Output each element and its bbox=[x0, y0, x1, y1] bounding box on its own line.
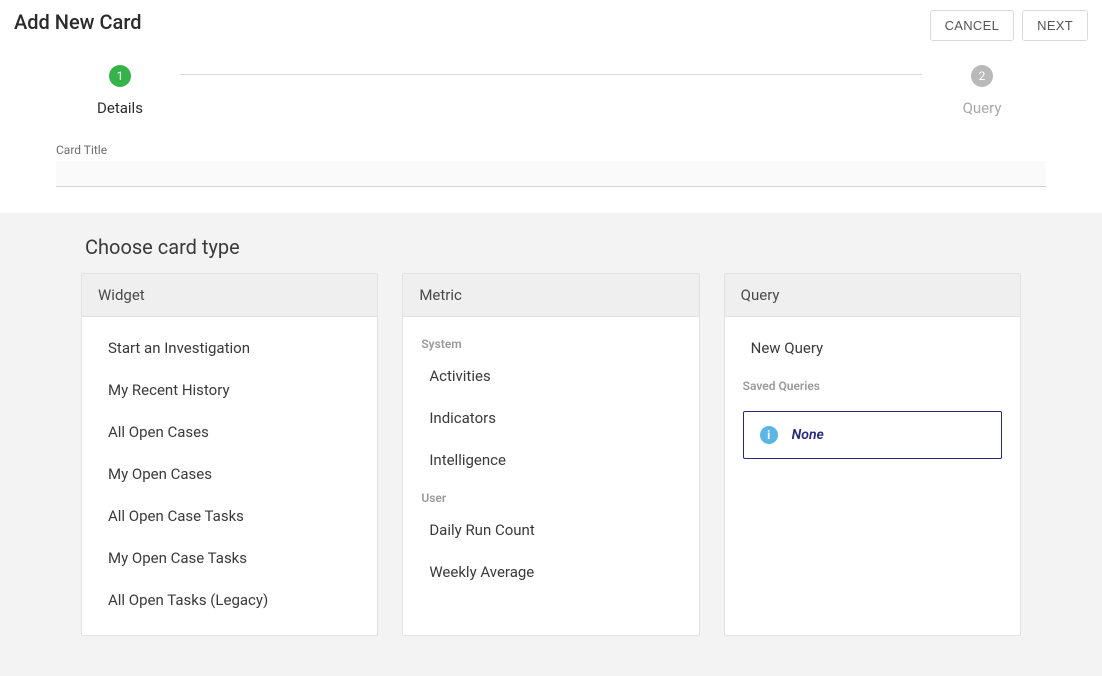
widget-header: Widget bbox=[82, 274, 377, 317]
widget-item-my-open-case-tasks[interactable]: My Open Case Tasks bbox=[82, 537, 377, 579]
widget-item-all-open-tasks-legacy[interactable]: All Open Tasks (Legacy) bbox=[82, 579, 377, 621]
widget-item-start-investigation[interactable]: Start an Investigation bbox=[82, 327, 377, 369]
next-button[interactable]: NEXT bbox=[1022, 10, 1088, 41]
widget-item-my-open-cases[interactable]: My Open Cases bbox=[82, 453, 377, 495]
query-column: Query New Query Saved Queries i None bbox=[724, 273, 1021, 636]
step-label-1: Details bbox=[97, 99, 143, 117]
metric-item-weekly-average[interactable]: Weekly Average bbox=[403, 551, 698, 593]
top-actions: CANCEL NEXT bbox=[930, 10, 1088, 41]
step-query[interactable]: 2 Query bbox=[922, 65, 1042, 117]
page-title: Add New Card bbox=[14, 10, 141, 34]
cancel-button[interactable]: CANCEL bbox=[930, 10, 1015, 41]
info-icon: i bbox=[760, 426, 778, 444]
saved-queries-none-text: None bbox=[792, 427, 824, 443]
metric-header: Metric bbox=[403, 274, 698, 317]
metric-item-daily-run-count[interactable]: Daily Run Count bbox=[403, 509, 698, 551]
metric-user-label: User bbox=[403, 481, 698, 509]
step-circle-2: 2 bbox=[971, 65, 993, 87]
saved-queries-label: Saved Queries bbox=[725, 369, 1020, 397]
widget-item-all-open-case-tasks[interactable]: All Open Case Tasks bbox=[82, 495, 377, 537]
metric-column: Metric System Activities Indicators Inte… bbox=[402, 273, 699, 636]
stepper: 1 Details 2 Query bbox=[0, 65, 1102, 117]
metric-item-activities[interactable]: Activities bbox=[403, 355, 698, 397]
query-item-new-query[interactable]: New Query bbox=[725, 327, 1020, 369]
widget-item-recent-history[interactable]: My Recent History bbox=[82, 369, 377, 411]
widget-item-all-open-cases[interactable]: All Open Cases bbox=[82, 411, 377, 453]
card-title-label: Card Title bbox=[56, 143, 1046, 157]
step-details[interactable]: 1 Details bbox=[60, 65, 180, 117]
query-header: Query bbox=[725, 274, 1020, 317]
step-label-2: Query bbox=[963, 99, 1002, 117]
metric-item-intelligence[interactable]: Intelligence bbox=[403, 439, 698, 481]
saved-queries-none-box: i None bbox=[743, 411, 1002, 459]
metric-system-label: System bbox=[403, 327, 698, 355]
choose-card-type-heading: Choose card type bbox=[85, 235, 1021, 259]
metric-item-indicators[interactable]: Indicators bbox=[403, 397, 698, 439]
step-line bbox=[180, 74, 922, 75]
step-circle-1: 1 bbox=[109, 65, 131, 87]
widget-column: Widget Start an Investigation My Recent … bbox=[81, 273, 378, 636]
card-title-input[interactable] bbox=[56, 161, 1046, 187]
